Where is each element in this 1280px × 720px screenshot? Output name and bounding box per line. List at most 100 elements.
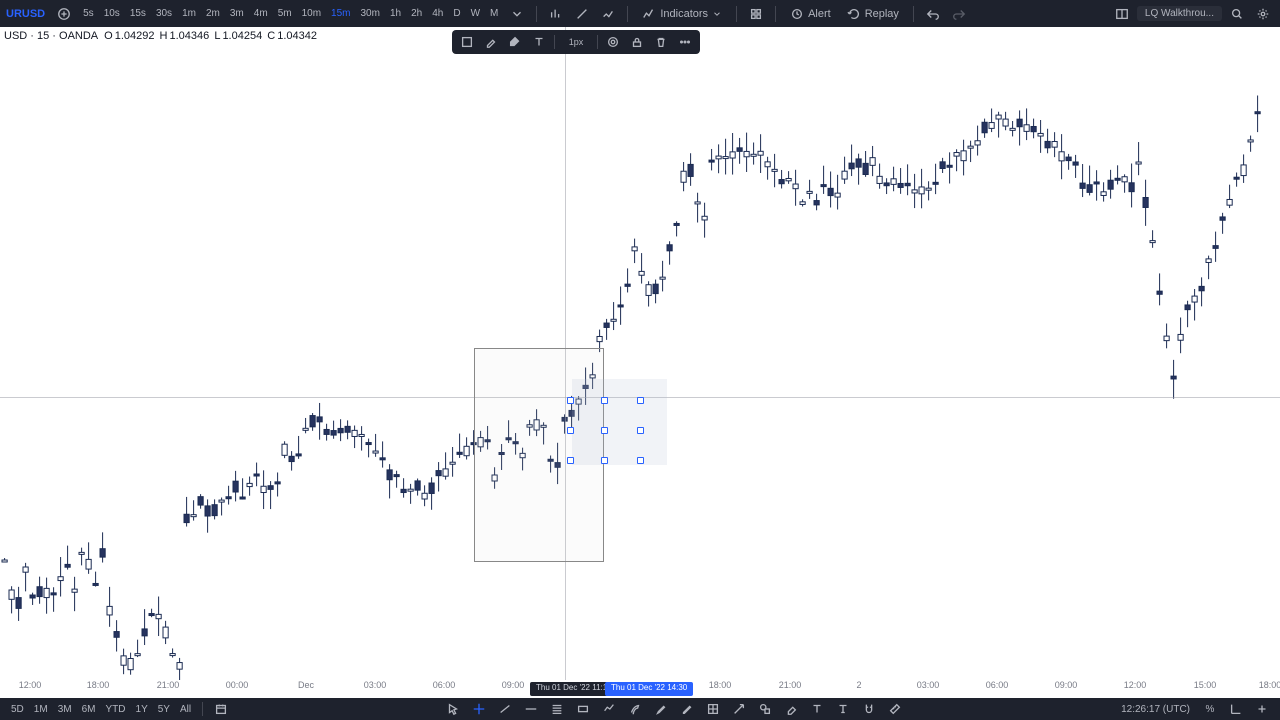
timeframe-D[interactable]: D <box>449 8 464 19</box>
resize-handle[interactable] <box>601 427 608 434</box>
settings-gear-icon[interactable] <box>602 32 624 52</box>
resize-handle[interactable] <box>601 397 608 404</box>
time-tick: Dec <box>298 680 314 690</box>
bottom-toolbar: 5D1M3M6MYTD1Y5YAll 12:26:17 (UTC) % <box>0 698 1280 720</box>
range-1Y[interactable]: 1Y <box>131 704 153 715</box>
color-icon[interactable] <box>480 32 502 52</box>
chart-type-icon[interactable] <box>545 3 567 25</box>
more-icon[interactable] <box>674 32 696 52</box>
range-1M[interactable]: 1M <box>29 704 53 715</box>
drawing-rectangle-2[interactable] <box>572 379 667 465</box>
trendline-tool-icon[interactable] <box>493 700 517 718</box>
magnet-tool-icon[interactable] <box>857 700 881 718</box>
time-tick: 12:00 <box>19 680 42 690</box>
resize-handle[interactable] <box>567 397 574 404</box>
range-5Y[interactable]: 5Y <box>153 704 175 715</box>
time-tick: 06:00 <box>433 680 456 690</box>
range-YTD[interactable]: YTD <box>101 704 131 715</box>
time-tick: 18:00 <box>709 680 732 690</box>
layout-icon[interactable] <box>1111 3 1133 25</box>
delete-icon[interactable] <box>650 32 672 52</box>
lock-icon[interactable] <box>626 32 648 52</box>
timeframe-15m[interactable]: 15m <box>327 8 354 19</box>
timeframe-30m[interactable]: 30m <box>357 8 384 19</box>
range-6M[interactable]: 6M <box>77 704 101 715</box>
time-tick: 18:00 <box>87 680 110 690</box>
text-tool-icon[interactable] <box>805 700 829 718</box>
timeframe-5s[interactable]: 5s <box>79 8 98 19</box>
drawing-toolbar[interactable]: 1px <box>452 30 700 54</box>
timeframe-3m[interactable]: 3m <box>226 8 248 19</box>
timeframe-4h[interactable]: 4h <box>428 8 447 19</box>
grid-tool-icon[interactable] <box>701 700 725 718</box>
bg-color-icon[interactable] <box>504 32 526 52</box>
timeframe-4m[interactable]: 4m <box>250 8 272 19</box>
add-symbol-button[interactable] <box>53 3 75 25</box>
range-3M[interactable]: 3M <box>53 704 77 715</box>
ohlc-readout: O1.04292 H1.04346 L1.04254 C1.04342 <box>104 30 319 42</box>
fib-tool-icon[interactable] <box>545 700 569 718</box>
rect-tool-icon[interactable] <box>571 700 595 718</box>
range-All[interactable]: All <box>175 704 196 715</box>
undo-icon[interactable] <box>922 3 944 25</box>
percent-icon[interactable]: % <box>1198 700 1222 718</box>
pencil-tool-icon[interactable] <box>675 700 699 718</box>
anchored-text-tool-icon[interactable] <box>831 700 855 718</box>
resize-handle[interactable] <box>567 457 574 464</box>
resize-handle[interactable] <box>637 457 644 464</box>
redo-icon[interactable] <box>948 3 970 25</box>
shapes-tool-icon[interactable] <box>753 700 777 718</box>
timeframe-5m[interactable]: 5m <box>274 8 296 19</box>
resize-handle[interactable] <box>637 427 644 434</box>
time-tick: 09:00 <box>502 680 525 690</box>
crosshair-tool-icon[interactable] <box>467 700 491 718</box>
templates-icon[interactable] <box>745 3 767 25</box>
marker-tool-icon[interactable] <box>649 700 673 718</box>
timeframe-M[interactable]: M <box>486 8 502 19</box>
measure-tool-icon[interactable] <box>883 700 907 718</box>
line-width-button[interactable]: 1px <box>559 32 593 52</box>
timeframe-15s[interactable]: 15s <box>126 8 150 19</box>
time-tick: 2 <box>856 680 861 690</box>
timeframe-10s[interactable]: 10s <box>100 8 124 19</box>
calendar-icon[interactable] <box>209 700 233 718</box>
auto-icon[interactable] <box>1250 700 1274 718</box>
pattern-tool-icon[interactable] <box>597 700 621 718</box>
arrow-tool-icon[interactable] <box>727 700 751 718</box>
candlestick-series <box>0 27 1280 680</box>
timeframe-1m[interactable]: 1m <box>178 8 200 19</box>
range-5D[interactable]: 5D <box>6 704 29 715</box>
timeframe-10m[interactable]: 10m <box>298 8 325 19</box>
resize-handle[interactable] <box>567 427 574 434</box>
settings-icon[interactable] <box>1252 3 1274 25</box>
time-tooltip-end: Thu 01 Dec '22 14:30 <box>605 682 693 696</box>
time-tick: 21:00 <box>779 680 802 690</box>
timeframe-1h[interactable]: 1h <box>386 8 405 19</box>
compare-icon[interactable] <box>597 3 619 25</box>
template-icon[interactable] <box>456 32 478 52</box>
eraser-tool-icon[interactable] <box>779 700 803 718</box>
time-tick: 00:00 <box>226 680 249 690</box>
resize-handle[interactable] <box>601 457 608 464</box>
text-icon[interactable] <box>528 32 550 52</box>
alert-button[interactable]: Alert <box>784 7 837 21</box>
walkthrough-button[interactable]: LQ Walkthrou... <box>1137 6 1222 21</box>
indicators-button[interactable]: Indicators <box>636 7 728 21</box>
timeframe-2h[interactable]: 2h <box>407 8 426 19</box>
resize-handle[interactable] <box>637 397 644 404</box>
hline-tool-icon[interactable] <box>519 700 543 718</box>
log-icon[interactable] <box>1224 700 1248 718</box>
time-tick: 15:00 <box>1194 680 1217 690</box>
tf-dropdown-icon[interactable] <box>506 3 528 25</box>
symbol-badge[interactable]: URUSD <box>6 8 45 20</box>
time-tick: 03:00 <box>917 680 940 690</box>
brush-tool-icon[interactable] <box>623 700 647 718</box>
replay-button[interactable]: Replay <box>841 7 905 21</box>
timeframe-W[interactable]: W <box>467 8 484 19</box>
chart-area[interactable] <box>0 27 1280 680</box>
timeframe-2m[interactable]: 2m <box>202 8 224 19</box>
line-tool-icon[interactable] <box>571 3 593 25</box>
cursor-tool-icon[interactable] <box>441 700 465 718</box>
timeframe-30s[interactable]: 30s <box>152 8 176 19</box>
search-icon[interactable] <box>1226 3 1248 25</box>
